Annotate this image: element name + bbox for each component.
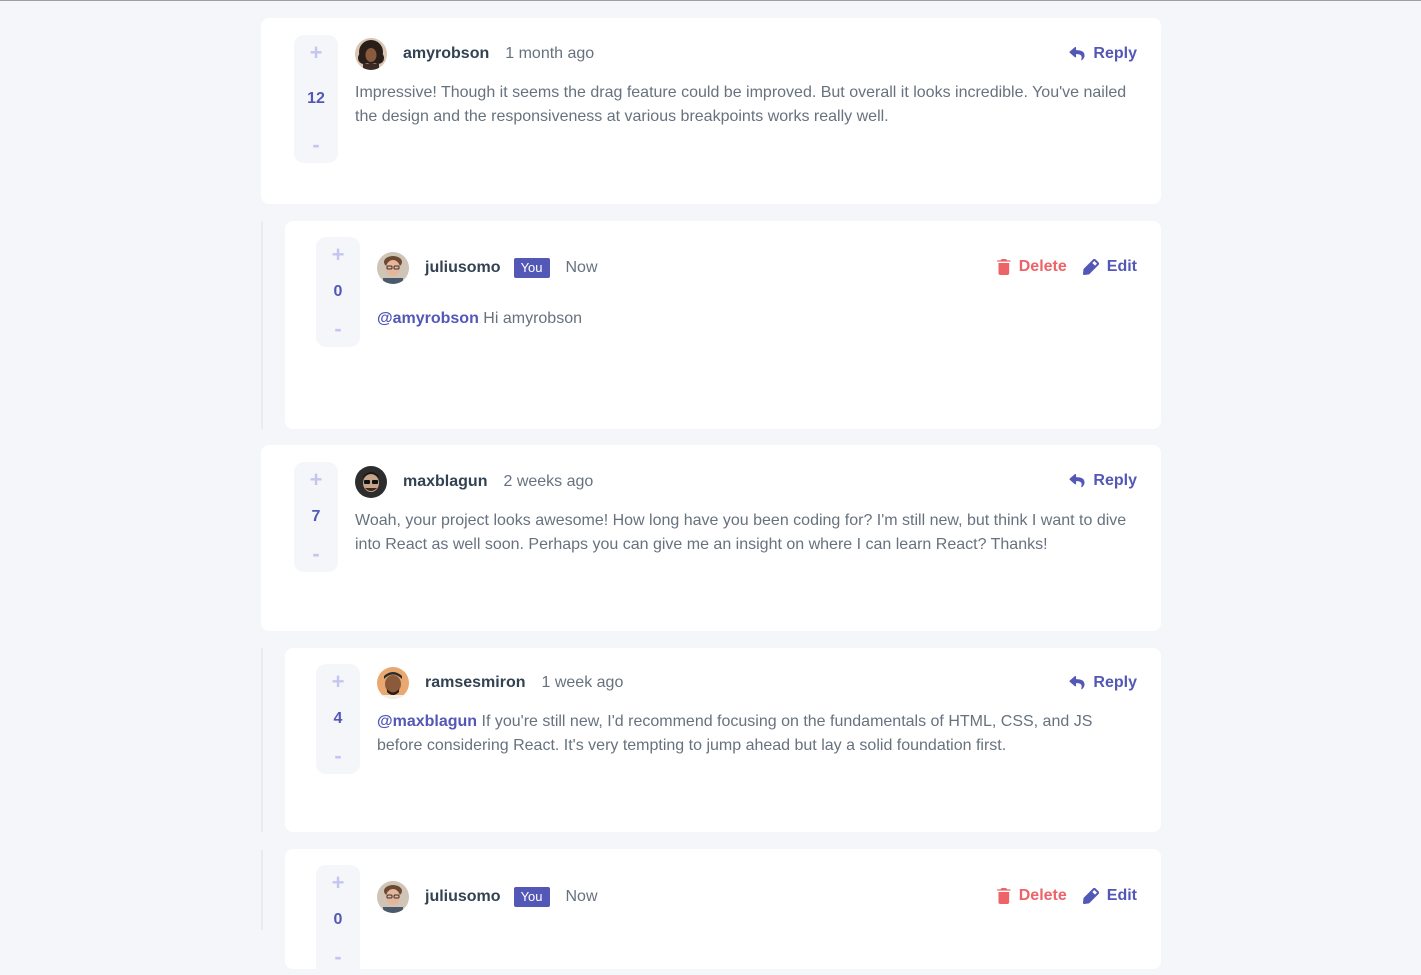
plus-icon[interactable]: + xyxy=(294,468,338,492)
vote-widget: + 0 - xyxy=(316,865,360,975)
vote-count: 4 xyxy=(333,710,343,727)
reply-label: Reply xyxy=(1093,674,1137,691)
reply-card: + 0 - juliusomo You Now Delete Edit xyxy=(285,221,1161,429)
trash-icon xyxy=(996,888,1011,904)
reply-thread-line xyxy=(261,648,263,832)
vote-count: 12 xyxy=(307,90,325,107)
username[interactable]: juliusomo xyxy=(425,888,501,906)
plus-icon[interactable]: + xyxy=(316,243,360,267)
trash-icon xyxy=(996,259,1011,275)
username[interactable]: maxblagun xyxy=(403,473,487,491)
reply-card: + 0 - juliusomo You Now Delete Edit xyxy=(285,849,1161,975)
minus-icon[interactable]: - xyxy=(316,744,360,768)
username[interactable]: amyrobson xyxy=(403,45,489,63)
comment-actions: Reply xyxy=(1069,667,1137,699)
timestamp: 2 weeks ago xyxy=(503,473,594,490)
reply-arrow-icon xyxy=(1069,474,1085,488)
comment-card: + 7 - maxblagun 2 weeks ago Reply Woah, … xyxy=(261,445,1161,631)
edit-label: Edit xyxy=(1106,258,1137,275)
delete-button[interactable]: Delete xyxy=(996,887,1067,905)
vote-widget: + 7 - xyxy=(294,462,338,572)
avatar xyxy=(377,252,409,284)
comment-actions: Delete Edit xyxy=(996,880,1137,912)
minus-icon[interactable]: - xyxy=(316,945,360,969)
pencil-icon xyxy=(1082,888,1099,904)
avatar xyxy=(377,881,409,913)
comment-card: + 12 - amyrobson 1 month ago Reply Impre… xyxy=(261,18,1161,204)
minus-icon[interactable]: - xyxy=(316,317,360,341)
reply-button[interactable]: Reply xyxy=(1069,472,1137,490)
comment-actions: Reply xyxy=(1069,465,1137,497)
edit-button[interactable]: Edit xyxy=(1082,887,1137,905)
comment-text: Hi amyrobson xyxy=(483,310,582,327)
comment-body: @amyrobson Hi amyrobson xyxy=(377,307,1137,331)
mention-link[interactable]: @amyrobson xyxy=(377,310,479,327)
reply-thread-line xyxy=(261,221,263,429)
comment-text: Woah, your project looks awesome! How lo… xyxy=(355,512,1127,553)
reply-label: Reply xyxy=(1093,472,1137,489)
comment-text: If you're still new, I'd recommend focus… xyxy=(377,713,1093,754)
avatar xyxy=(355,38,387,70)
delete-label: Delete xyxy=(1018,887,1067,904)
plus-icon[interactable]: + xyxy=(294,41,338,65)
plus-icon[interactable]: + xyxy=(316,871,360,895)
reply-thread-line xyxy=(261,850,263,930)
timestamp: 1 week ago xyxy=(541,674,624,691)
reply-label: Reply xyxy=(1093,45,1137,62)
plus-icon[interactable]: + xyxy=(316,670,360,694)
vote-widget: + 0 - xyxy=(316,237,360,347)
vote-widget: + 12 - xyxy=(294,35,338,163)
reply-button[interactable]: Reply xyxy=(1069,674,1137,692)
vote-widget: + 4 - xyxy=(316,664,360,774)
vote-count: 0 xyxy=(333,911,343,928)
timestamp: 1 month ago xyxy=(505,45,595,62)
timestamp: Now xyxy=(565,259,598,276)
edit-label: Edit xyxy=(1106,887,1137,904)
comment-header: ramsesmiron 1 week ago xyxy=(377,667,623,699)
delete-button[interactable]: Delete xyxy=(996,258,1067,276)
reply-card: + 4 - ramsesmiron 1 week ago Reply @maxb… xyxy=(285,648,1161,832)
comment-header: juliusomo You Now xyxy=(377,252,598,284)
vote-count: 7 xyxy=(311,508,321,525)
reply-arrow-icon xyxy=(1069,676,1085,690)
edit-button[interactable]: Edit xyxy=(1082,258,1137,276)
comment-body: Woah, your project looks awesome! How lo… xyxy=(355,509,1137,557)
minus-icon[interactable]: - xyxy=(294,133,338,157)
comment-header: maxblagun 2 weeks ago xyxy=(355,466,593,498)
comment-body: Impressive! Though it seems the drag fea… xyxy=(355,81,1137,129)
username[interactable]: juliusomo xyxy=(425,259,501,277)
you-badge: You xyxy=(513,887,550,907)
comment-header: amyrobson 1 month ago xyxy=(355,38,594,70)
comment-body: @maxblagun If you're still new, I'd reco… xyxy=(377,710,1137,758)
username[interactable]: ramsesmiron xyxy=(425,674,526,692)
reply-arrow-icon xyxy=(1069,47,1085,61)
reply-button[interactable]: Reply xyxy=(1069,45,1137,63)
pencil-icon xyxy=(1082,259,1099,275)
minus-icon[interactable]: - xyxy=(294,542,338,566)
comment-actions: Reply xyxy=(1069,38,1137,70)
you-badge: You xyxy=(513,258,550,278)
comment-actions: Delete Edit xyxy=(996,251,1137,283)
comment-header: juliusomo You Now xyxy=(377,881,598,913)
delete-label: Delete xyxy=(1018,258,1067,275)
timestamp: Now xyxy=(565,888,598,905)
comment-text: Impressive! Though it seems the drag fea… xyxy=(355,84,1127,125)
vote-count: 0 xyxy=(333,283,343,300)
avatar xyxy=(377,667,409,699)
avatar xyxy=(355,466,387,498)
mention-link[interactable]: @maxblagun xyxy=(377,713,477,730)
